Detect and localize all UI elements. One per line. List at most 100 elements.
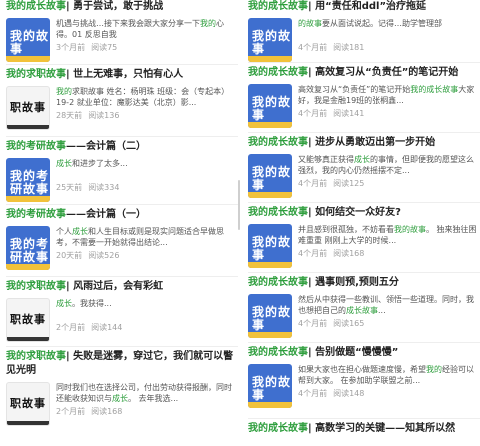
read-count: 阅读125 [333,179,365,188]
divider [248,342,480,343]
article-tag: 我的成长故事 [248,207,308,218]
thumbnail-band [248,332,292,338]
article-item[interactable]: 我的求职故事| 风雨过后，会有彩虹职故事 成长。我获得... 2个月前 阅读144 [6,280,238,342]
article-item[interactable]: 我的成长故事| 遇事则预,预则五分我的故事 然后从中获得一些教训、领悟一些道理。同… [248,276,480,338]
divider [6,64,238,65]
article-thumbnail[interactable]: 我的故事 [248,18,292,62]
excerpt-highlight: 我的 [56,87,72,96]
article-title[interactable]: 我的考研故事——会计篇（一） [6,208,238,222]
article-thumbnail[interactable]: 职故事 [6,298,50,342]
article-title-text: | 用“责任和ddl”治疗拖延 [308,1,427,12]
thumbnail-text: 职故事 [10,313,46,326]
publish-time: 28天前 [56,111,83,120]
article-meta: 2个月前 阅读144 [56,323,122,333]
excerpt-highlight: 成长 [354,155,370,164]
article-thumbnail[interactable]: 我的考研故事 [6,226,50,270]
excerpt-text: 并且感到很孤独，不妨看看 [298,225,394,234]
thumbnail-text: 我的故事 [252,305,292,332]
article-title[interactable]: 我的成长故事| 勇于尝试，敢于挑战 [6,0,238,14]
publish-time: 4个月前 [298,43,328,52]
thumbnail-band [7,337,49,341]
article-tag: 我的成长故事 [6,1,66,12]
excerpt-text: 求职故事 姓名：杨明珠 班级：会（专起本）19-2 就业单位：魔影达美（北京）影… [56,87,230,107]
article-body: 我的故事 然后从中获得一些教训、领悟一些道理。同时，我也想把自己的成长故事... 4… [248,294,480,338]
thumbnail-text: 我的故事 [252,375,292,402]
excerpt-text: ... [378,306,386,315]
article-title-text: | 风雨过后，会有彩虹 [66,281,164,292]
thumbnail-text: 我的故事 [252,165,292,192]
article-title[interactable]: 我的成长故事| 高效复习从“负责任”的笔记开始 [248,66,480,80]
publish-time: 20天前 [56,251,83,260]
article-excerpt: 并且感到很孤独，不妨看看我的故事。 独来独往困难重重 刚刚上大学的时候... [298,224,480,246]
article-body: 我的故事 又能够真正获得成长的事情，但即便我的愿望这么强烈，我的内心仍然摇摆不定.… [248,154,480,198]
excerpt-highlight: 的故事 [298,19,322,28]
article-item[interactable]: 我的成长故事| 高效复习从“负责任”的笔记开始我的故事 高效复习从“负责任”的笔记… [248,66,480,128]
thumbnail-text: 我的故事 [10,29,50,56]
article-thumbnail[interactable]: 职故事 [6,382,50,426]
article-thumbnail[interactable]: 我的故事 [248,84,292,128]
article-title[interactable]: 我的求职故事| 失败是迷雾，穿过它，我们就可以瞥见光明 [6,350,238,378]
thumbnail-band [248,192,292,198]
article-tag: 我的考研故事 [6,209,66,220]
divider [6,204,238,205]
thumbnail-band [248,402,292,408]
article-thumbnail[interactable]: 我的故事 [248,154,292,198]
article-excerpt: 机遇与挑战…接下来我会跟大家分享一下我的心得。01 反思自我 [56,18,238,40]
article-meta: 25天前 阅读334 [56,183,119,193]
article-excerpt: 高效复习从“负责任”的笔记开始我的成长故事大家好，我是金融19班的张桐鑫... [298,84,480,106]
article-title[interactable]: 我的成长故事| 如何结交一众好友? [248,206,480,220]
article-meta: 3个月前 阅读75 [56,43,117,53]
article-item[interactable]: 我的成长故事| 高数学习的关键——知其所以然 [248,422,480,436]
article-thumbnail[interactable]: 我的故事 [248,294,292,338]
article-thumbnail[interactable]: 职故事 [6,86,50,130]
article-tag: 我的成长故事 [248,423,308,434]
article-item[interactable]: 我的求职故事| 世上无难事，只怕有心人职故事 我的求职故事 姓名：杨明珠 班级：会… [6,68,238,130]
publish-time: 25天前 [56,183,83,192]
article-title[interactable]: 我的考研故事——会计篇（二） [6,140,238,154]
read-count: 阅读136 [88,111,120,120]
article-item[interactable]: 我的成长故事| 勇于尝试，敢于挑战我的故事 机遇与挑战…接下来我会跟大家分享一下我… [6,0,238,62]
divider [248,272,480,273]
scrollbar[interactable] [238,180,240,230]
article-title-text: | 遇事则预,预则五分 [308,277,399,288]
article-tag: 我的成长故事 [248,277,308,288]
article-meta: 4个月前 阅读125 [298,179,364,189]
article-item[interactable]: 我的求职故事| 失败是迷雾，穿过它，我们就可以瞥见光明职故事 同时我们也在选择公司… [6,350,238,426]
article-body: 职故事 同时我们也在选择公司，付出劳动获得报酬，同时还能收获知识与成长。 去年我选… [6,382,238,426]
article-title[interactable]: 我的成长故事| 告别做题“慢慢慢” [248,346,480,360]
article-thumbnail[interactable]: 我的故事 [248,364,292,408]
article-meta: 28天前 阅读136 [56,111,119,121]
article-title[interactable]: 我的成长故事| 进步从勇敢迈出第一步开始 [248,136,480,150]
excerpt-highlight: 成长 [72,227,88,236]
article-item[interactable]: 我的考研故事——会计篇（一） 我的考研故事 个人成长和人生目标或则是现实问题适合早做… [6,208,238,270]
read-count: 阅读148 [333,389,365,398]
thumbnail-text: 我的考研故事 [10,169,50,196]
article-excerpt: 同时我们也在选择公司，付出劳动获得报酬，同时还能收获知识与成长。 去年我选... [56,382,238,404]
article-item[interactable]: 我的考研故事——会计篇（二） 我的考研故事 成长和进步了太多... 25天前 阅读334 [6,140,238,202]
article-list-left: 我的成长故事| 勇于尝试，敢于挑战我的故事 机遇与挑战…接下来我会跟大家分享一下我… [6,0,238,446]
article-item[interactable]: 我的成长故事| 如何结交一众好友? 我的故事 并且感到很孤独，不妨看看我的故事。 独… [248,206,480,268]
thumbnail-text: 我的考研故事 [10,237,50,264]
article-tag: 我的成长故事 [248,347,308,358]
article-list-right: 我的成长故事| 用“责任和ddl”治疗拖延 我的故事 的故事要从面试说起。记得…助学… [248,0,480,446]
article-title[interactable]: 我的成长故事| 用“责任和ddl”治疗拖延 [248,0,480,14]
article-item[interactable]: 我的成长故事| 用“责任和ddl”治疗拖延我的故事 的故事要从面试说起。记得…助学… [248,0,480,62]
article-excerpt: 的故事要从面试说起。记得…助学管理部 [298,18,480,40]
article-item[interactable]: 我的成长故事| 进步从勇敢迈出第一步开始我的故事 又能够真正获得成长的事情，但即便… [248,136,480,198]
divider [6,346,238,347]
article-excerpt: 我的求职故事 姓名：杨明珠 班级：会（专起本）19-2 就业单位：魔影达美（北京… [56,86,238,108]
article-title[interactable]: 我的成长故事| 高数学习的关键——知其所以然 [248,422,480,436]
article-title[interactable]: 我的求职故事| 风雨过后，会有彩虹 [6,280,238,294]
thumbnail-text: 我的故事 [252,95,292,122]
article-title-text: | 勇于尝试，敢于挑战 [66,1,164,12]
article-thumbnail[interactable]: 我的考研故事 [6,158,50,202]
article-title[interactable]: 我的求职故事| 世上无难事，只怕有心人 [6,68,238,82]
article-body: 职故事 我的求职故事 姓名：杨明珠 班级：会（专起本）19-2 就业单位：魔影达美… [6,86,238,130]
article-item[interactable]: 我的成长故事| 告别做题“慢慢慢” 我的故事 如果大家也在担心做题速度慢，希望我的经… [248,346,480,408]
read-count: 阅读75 [91,43,118,52]
article-thumbnail[interactable]: 我的故事 [248,224,292,268]
article-thumbnail[interactable]: 我的故事 [6,18,50,62]
read-count: 阅读334 [88,183,120,192]
article-title[interactable]: 我的成长故事| 遇事则预,预则五分 [248,276,480,290]
article-excerpt: 成长。我获得... [56,298,238,320]
